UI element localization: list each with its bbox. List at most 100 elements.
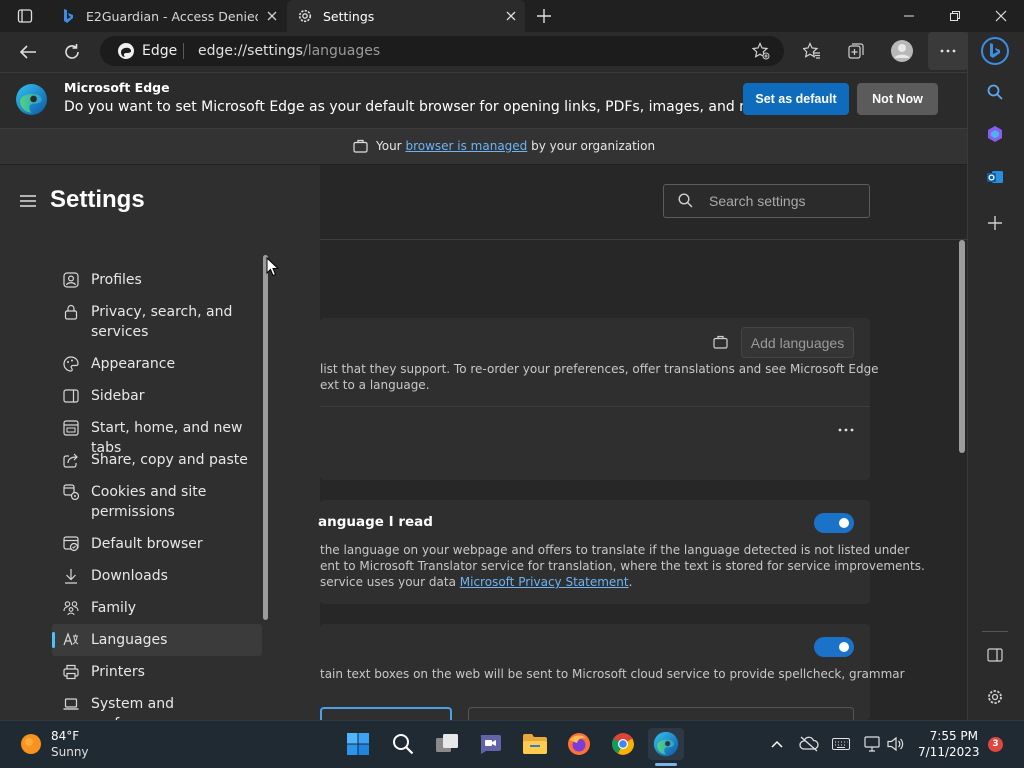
language-more-options-button[interactable] <box>828 412 864 448</box>
sidebar-item-label: Appearance <box>91 356 176 372</box>
site-identity-label[interactable]: Edge <box>142 43 177 59</box>
hide-sidebar-button[interactable] <box>980 640 1010 670</box>
sidebar-item-appearance[interactable]: Appearance <box>52 354 262 374</box>
sidebar-item-label: Share, copy and paste <box>91 452 248 468</box>
sidebar-item-downloads[interactable]: Downloads <box>52 566 262 586</box>
sidebar-item-privacy[interactable]: Privacy, search, and services <box>52 302 252 342</box>
briefcase-icon <box>353 139 368 153</box>
sidebar-item-system[interactable]: System and performance <box>52 694 267 732</box>
weather-condition[interactable]: Sunny <box>51 745 89 759</box>
close-tab-button[interactable] <box>497 2 525 30</box>
windows-logo-icon <box>347 733 369 755</box>
sidebar-item-label: Family <box>91 600 137 616</box>
home-tabs-icon <box>63 420 79 436</box>
clock-date[interactable]: 7/11/2023 <box>918 745 980 759</box>
sidebar-item-label: Profiles <box>91 272 142 288</box>
taskbar-search-button[interactable] <box>385 728 421 760</box>
back-button[interactable] <box>10 34 46 70</box>
minimize-icon <box>904 15 914 17</box>
close-window-button[interactable] <box>978 0 1024 32</box>
sidebar-item-family[interactable]: Family <box>52 598 262 618</box>
search-icon <box>678 193 693 208</box>
close-icon <box>506 11 516 21</box>
notification-badge[interactable]: 3 <box>988 737 1003 752</box>
show-hidden-icons-button[interactable] <box>767 735 787 753</box>
refresh-icon <box>65 44 79 59</box>
sidebar-item-cookies[interactable]: Cookies and site permissions <box>52 482 252 522</box>
managed-suffix: by your organization <box>531 139 656 153</box>
cookies-icon <box>63 484 79 500</box>
sidebar-item-start-home-tabs[interactable]: Start, home, and new tabs <box>52 418 262 456</box>
bing-chat-button[interactable] <box>980 36 1010 66</box>
writing-option[interactable] <box>468 707 854 721</box>
sidebar-tools-button[interactable] <box>980 119 1010 149</box>
card2-line3-prefix: service uses your data <box>320 575 456 589</box>
chrome-button[interactable] <box>605 728 641 760</box>
tab-settings[interactable]: Settings <box>287 0 525 32</box>
customize-sidebar-button[interactable] <box>980 682 1010 712</box>
toggle-knob <box>839 518 849 528</box>
not-now-button[interactable]: Not Now <box>857 83 938 115</box>
sun-icon[interactable] <box>20 733 42 755</box>
tab-label: Settings <box>323 8 375 24</box>
edge-logo-icon <box>15 83 48 116</box>
favorites-button[interactable] <box>794 33 830 69</box>
add-languages-button[interactable]: Add languages <box>741 327 854 358</box>
share-icon <box>63 452 79 468</box>
sidebar-scrollbar[interactable] <box>263 255 268 620</box>
firefox-button[interactable] <box>561 728 597 760</box>
sidebar-item-label: Cookies and site permissions <box>91 484 207 520</box>
profile-button[interactable] <box>884 33 920 69</box>
network-button[interactable] <box>863 735 883 753</box>
onedrive-button[interactable] <box>799 735 819 753</box>
menu-button[interactable] <box>10 183 46 219</box>
close-icon <box>995 10 1007 22</box>
sidebar-item-printers[interactable]: Printers <box>52 662 262 682</box>
tab-e2guardian[interactable]: E2Guardian - Access Denied <box>50 0 286 32</box>
sidebar-item-profiles[interactable]: Profiles <box>52 270 262 290</box>
add-favorite-button[interactable] <box>743 33 779 69</box>
task-view-button[interactable] <box>429 728 465 760</box>
sidebar-item-share[interactable]: Share, copy and paste <box>52 450 262 470</box>
collections-button[interactable] <box>838 33 874 69</box>
main-scrollbar[interactable] <box>959 240 965 453</box>
sidebar-item-label: Printers <box>91 664 145 680</box>
sidebar-item-languages[interactable]: Languages <box>52 624 262 656</box>
file-explorer-button[interactable] <box>517 728 553 760</box>
address-divider <box>183 43 184 59</box>
search-settings-input[interactable] <box>663 184 870 218</box>
privacy-statement-link[interactable]: Microsoft Privacy Statement <box>460 575 629 589</box>
tab-actions-button[interactable] <box>7 0 43 34</box>
set-as-default-button[interactable]: Set as default <box>743 83 849 115</box>
settings-and-more-button[interactable] <box>928 32 968 70</box>
browser-managed-link[interactable]: browser is managed <box>405 139 527 153</box>
refresh-button[interactable] <box>54 34 90 70</box>
restore-button[interactable] <box>932 0 978 32</box>
minimize-button[interactable] <box>886 0 932 32</box>
sidebar-item-default-browser[interactable]: Default browser <box>52 534 262 554</box>
close-icon <box>267 11 277 21</box>
sidebar-search-button[interactable] <box>980 77 1010 107</box>
copilot-icon <box>988 126 1002 142</box>
url-text[interactable]: edge://settings/languages <box>198 43 380 59</box>
weather-temperature[interactable]: 84°F <box>51 729 79 743</box>
sidebar-add-button[interactable] <box>980 208 1010 238</box>
edge-taskbar-button[interactable] <box>648 728 684 760</box>
clock-time[interactable]: 7:55 PM <box>924 729 978 743</box>
sidebar-item-sidebar[interactable]: Sidebar <box>52 386 262 406</box>
start-button[interactable] <box>340 728 376 760</box>
close-tab-button[interactable] <box>258 2 286 30</box>
new-tab-button[interactable] <box>526 0 562 34</box>
tab-actions-icon <box>17 9 33 23</box>
languages-icon <box>63 632 79 648</box>
writing-assistance-toggle[interactable] <box>814 637 854 657</box>
writing-option-selected[interactable] <box>320 707 452 721</box>
url-host: edge://settings <box>198 43 303 59</box>
keyboard-button[interactable] <box>831 735 851 753</box>
volume-button[interactable] <box>886 735 906 753</box>
outlook-button[interactable] <box>980 162 1010 192</box>
teams-chat-button[interactable] <box>472 728 508 760</box>
banner-message: Do you want to set Microsoft Edge as you… <box>64 99 783 115</box>
managed-prefix: Your <box>376 139 402 153</box>
offer-translate-toggle[interactable] <box>814 513 854 533</box>
